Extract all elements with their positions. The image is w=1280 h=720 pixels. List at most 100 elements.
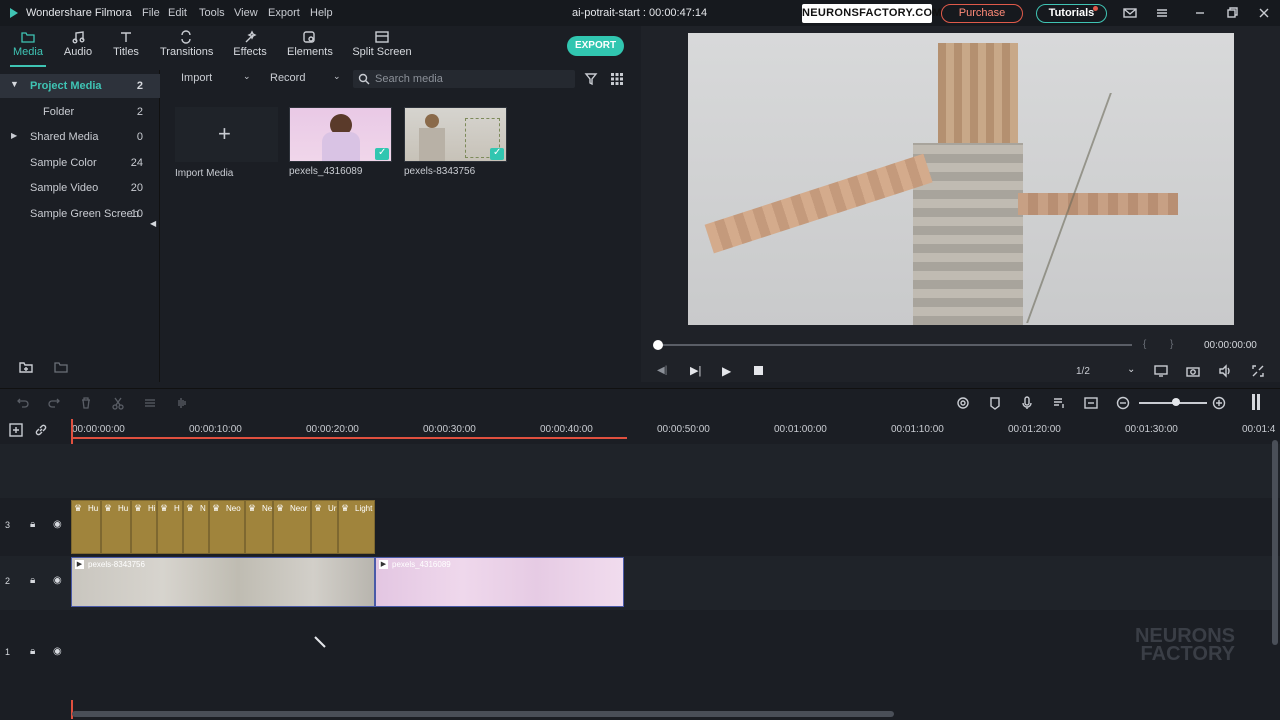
render-preview-icon[interactable] bbox=[956, 396, 970, 410]
vertical-scrollbar[interactable] bbox=[1272, 440, 1278, 645]
expand-arrow-icon[interactable]: ▶ bbox=[11, 131, 17, 140]
element-clip[interactable]: Neo ♛ bbox=[209, 500, 245, 554]
element-clip[interactable]: Neor ♛ bbox=[273, 500, 311, 554]
stop-icon[interactable] bbox=[754, 366, 763, 375]
eye-icon[interactable]: ◉ bbox=[53, 646, 62, 657]
display-icon[interactable] bbox=[1154, 364, 1168, 378]
add-track-icon[interactable] bbox=[9, 423, 23, 437]
folder-outline-icon[interactable] bbox=[54, 360, 68, 374]
tab-audio[interactable]: Audio bbox=[60, 28, 96, 64]
tab-audio-label: Audio bbox=[63, 46, 93, 58]
element-clip[interactable]: Ne ♛ bbox=[245, 500, 273, 554]
crown-icon: ♛ bbox=[74, 503, 83, 513]
ruler-tick: 00:00:10:00 bbox=[189, 424, 242, 435]
purchase-button[interactable]: Purchase bbox=[941, 4, 1023, 23]
snapshot-frame-icon[interactable] bbox=[1084, 396, 1098, 410]
step-back-icon[interactable]: ◀| bbox=[657, 365, 667, 376]
mail-icon[interactable] bbox=[1123, 6, 1137, 20]
sidebar-item-sample-video[interactable]: Sample Video 20 bbox=[0, 176, 160, 200]
fullscreen-icon[interactable] bbox=[1251, 364, 1265, 378]
notification-dot bbox=[1093, 6, 1098, 11]
minimize-icon[interactable] bbox=[1193, 6, 1207, 20]
element-clip[interactable]: Ur ♛ bbox=[311, 500, 338, 554]
lock-icon[interactable]: 🔒︎ bbox=[30, 646, 35, 657]
sidebar-item-sample-green-screen[interactable]: Sample Green Screen 10 bbox=[0, 202, 160, 226]
preview-quality[interactable]: 1/2 bbox=[1076, 366, 1090, 377]
horizontal-scrollbar[interactable] bbox=[72, 711, 894, 717]
cut-scissors-icon[interactable] bbox=[111, 396, 125, 410]
collapse-panel-icon[interactable]: ◀ bbox=[150, 219, 156, 228]
import-dropdown[interactable]: Import ⌄ bbox=[181, 71, 253, 86]
menu-tools[interactable]: Tools bbox=[199, 7, 225, 19]
sidebar-item-sample-color[interactable]: Sample Color 24 bbox=[0, 151, 160, 175]
tab-media[interactable]: Media bbox=[10, 28, 46, 67]
undo-icon[interactable] bbox=[16, 396, 30, 410]
microphone-icon[interactable] bbox=[1020, 396, 1034, 410]
element-clip-label: Hu bbox=[88, 504, 99, 513]
restore-icon[interactable] bbox=[1225, 6, 1239, 20]
element-clip[interactable]: Hu ♛ bbox=[71, 500, 101, 554]
element-clip[interactable]: N ♛ bbox=[183, 500, 209, 554]
lock-icon[interactable]: 🔒︎ bbox=[30, 575, 35, 586]
pause-bar-left bbox=[1252, 394, 1255, 410]
media-thumbnail[interactable]: ✓ bbox=[289, 107, 392, 162]
grid-view-icon[interactable] bbox=[610, 72, 624, 86]
element-clip[interactable]: Light ♛ bbox=[338, 500, 375, 554]
eye-icon[interactable]: ◉ bbox=[53, 519, 62, 530]
zoom-out-icon[interactable] bbox=[1116, 396, 1130, 410]
video-clip[interactable]: ▶ pexels-8343756 bbox=[71, 557, 375, 607]
delete-icon[interactable] bbox=[79, 396, 93, 410]
tab-split-screen[interactable]: Split Screen bbox=[352, 28, 412, 64]
sidebar-item-project-media[interactable]: ▼ Project Media 2 bbox=[0, 74, 160, 98]
import-dropdown-label: Import bbox=[181, 72, 213, 84]
lock-icon[interactable]: 🔒︎ bbox=[30, 519, 35, 530]
zoom-in-icon[interactable] bbox=[1212, 396, 1226, 410]
menu-help[interactable]: Help bbox=[310, 7, 333, 19]
playback-scrubber[interactable] bbox=[656, 344, 1132, 346]
scrubber-handle[interactable] bbox=[653, 340, 663, 350]
record-dropdown[interactable]: Record ⌄ bbox=[270, 71, 342, 86]
audio-waveform-icon[interactable] bbox=[175, 396, 189, 410]
sidebar-item-folder[interactable]: Folder 2 bbox=[0, 100, 160, 124]
sidebar-item-shared-media[interactable]: ▶ Shared Media 0 bbox=[0, 125, 160, 149]
play-step-icon[interactable]: ▶| bbox=[690, 364, 701, 377]
menu-file[interactable]: File bbox=[142, 7, 160, 19]
marker-icon[interactable] bbox=[988, 396, 1002, 410]
menu-edit[interactable]: Edit bbox=[168, 7, 187, 19]
video-clip[interactable]: ▶ pexels_4316089 bbox=[375, 557, 624, 607]
text-icon bbox=[121, 32, 131, 42]
ruler-tick: 00:01:4 bbox=[1242, 424, 1276, 435]
new-folder-icon[interactable] bbox=[19, 360, 33, 374]
search-box[interactable] bbox=[353, 70, 575, 88]
eye-icon[interactable]: ◉ bbox=[53, 575, 62, 586]
tab-transitions[interactable]: Transitions bbox=[160, 28, 213, 64]
element-clip[interactable]: Hi ♛ bbox=[131, 500, 157, 554]
link-icon[interactable] bbox=[34, 423, 48, 437]
menu-export[interactable]: Export bbox=[268, 7, 300, 19]
tab-effects[interactable]: Effects bbox=[232, 28, 268, 64]
menu-view[interactable]: View bbox=[234, 7, 258, 19]
zoom-slider-handle[interactable] bbox=[1172, 398, 1180, 406]
chevron-down-icon[interactable]: ⌄ bbox=[1127, 364, 1135, 375]
element-clip[interactable]: H ♛ bbox=[157, 500, 183, 554]
hamburger-menu-icon[interactable] bbox=[1155, 6, 1169, 20]
snapshot-camera-icon[interactable] bbox=[1186, 364, 1200, 378]
tab-elements[interactable]: Elements bbox=[287, 28, 333, 64]
voiceover-list-icon[interactable] bbox=[1052, 396, 1066, 410]
close-icon[interactable] bbox=[1257, 6, 1271, 20]
mark-out-icon[interactable]: } bbox=[1170, 339, 1173, 350]
play-icon[interactable]: ▶ bbox=[722, 364, 731, 378]
redo-icon[interactable] bbox=[47, 396, 61, 410]
import-media-tile[interactable]: + bbox=[175, 107, 278, 162]
export-button[interactable]: EXPORT bbox=[567, 36, 624, 56]
mark-in-icon[interactable]: { bbox=[1143, 339, 1146, 350]
collapse-arrow-icon[interactable]: ▼ bbox=[10, 79, 19, 89]
element-clip[interactable]: Hu ♛ bbox=[101, 500, 131, 554]
volume-icon[interactable] bbox=[1218, 364, 1232, 378]
tab-titles[interactable]: Titles bbox=[110, 28, 142, 64]
filter-icon[interactable] bbox=[584, 72, 598, 86]
element-clip-label: Neo bbox=[226, 504, 241, 513]
search-input[interactable] bbox=[375, 72, 565, 86]
media-thumbnail[interactable]: ✓ bbox=[404, 107, 507, 162]
adjust-sliders-icon[interactable] bbox=[143, 396, 157, 410]
